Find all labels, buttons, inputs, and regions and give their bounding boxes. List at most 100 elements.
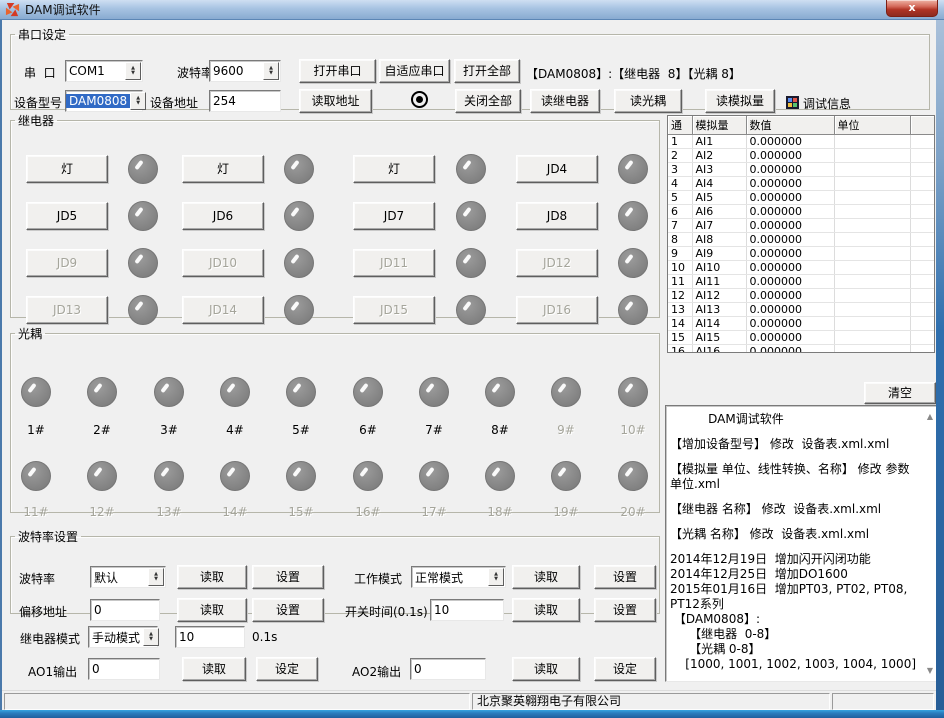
opto-indicator-17: [419, 461, 449, 491]
relay-button-8[interactable]: JD8: [516, 202, 598, 230]
analog-row-11: 11AI110.000000: [668, 275, 935, 289]
workmode-set-button[interactable]: 设置: [594, 565, 656, 589]
read-analog-button[interactable]: 读模拟量: [705, 89, 775, 113]
switch-read-button[interactable]: 读取: [512, 598, 580, 622]
relay-button-5[interactable]: JD5: [26, 202, 108, 230]
analog-cell: AI11: [692, 275, 746, 289]
relay-button-3[interactable]: 灯: [353, 155, 435, 183]
analog-cell: [910, 191, 935, 205]
ao1-set-button[interactable]: 设定: [256, 657, 318, 681]
dropdown-arrow-icon[interactable]: ▲▼: [488, 568, 504, 586]
opto-indicator-6: [353, 377, 383, 407]
com-port-select[interactable]: COM1 ▲▼: [65, 60, 143, 82]
opto-indicator-13: [154, 461, 184, 491]
ao2-input[interactable]: [410, 658, 486, 680]
debug-info-label[interactable]: 调试信息: [803, 95, 851, 112]
info-log-line-9: 【光耦 名称】 修改 设备表.xml.xml: [670, 527, 920, 542]
analog-cell: 0.000000: [746, 219, 834, 233]
analog-row-9: 9AI90.000000: [668, 247, 935, 261]
com-port-value: COM1: [66, 64, 125, 78]
info-log-lines: DAM调试软件【增加设备型号】 修改 设备表.xml.xml【模拟量 单位、线性…: [670, 412, 920, 672]
info-log-line-14: 【DAM0808】:: [670, 612, 920, 627]
analog-cell: [834, 177, 910, 191]
relay-indicator-5: [128, 201, 158, 231]
opto-indicator-10: [618, 377, 648, 407]
analog-row-15: 15AI150.000000: [668, 331, 935, 345]
relay-indicator-2: [284, 154, 314, 184]
opto-indicator-8: [485, 377, 515, 407]
baud-setting-select[interactable]: 默认 ▲▼: [90, 566, 166, 588]
window-border-right: [936, 20, 944, 710]
ao1-read-button[interactable]: 读取: [182, 657, 246, 681]
dropdown-arrow-icon[interactable]: ▲▼: [143, 628, 159, 646]
analog-cell: [834, 205, 910, 219]
analog-cell: 2: [668, 149, 692, 163]
opto-indicator-15: [286, 461, 316, 491]
relay-button-6[interactable]: JD6: [182, 202, 264, 230]
dropdown-arrow-icon[interactable]: ▲▼: [148, 568, 164, 586]
analog-cell: 0.000000: [746, 233, 834, 247]
analog-cell: 10: [668, 261, 692, 275]
analog-cell: 0.000000: [746, 303, 834, 317]
baud-select[interactable]: 9600 ▲▼: [209, 60, 281, 82]
ao2-set-button[interactable]: 设定: [594, 657, 656, 681]
relay-button-2[interactable]: 灯: [182, 155, 264, 183]
offset-addr-input[interactable]: [90, 599, 160, 621]
client-area: 串口设定 串 口 COM1 ▲▼ 波特率 9600 ▲▼ 打开串口 自适应串口 …: [2, 20, 936, 710]
info-log-line-10: [670, 542, 920, 552]
offset-set-button[interactable]: 设置: [252, 598, 324, 622]
model-select[interactable]: DAM0808 ▲▼: [65, 90, 143, 112]
window-border-left: [0, 20, 2, 710]
relay-button-16: JD16: [516, 296, 598, 324]
baud-read-button[interactable]: 读取: [177, 565, 247, 589]
switch-time-input[interactable]: [430, 599, 504, 621]
auto-port-button[interactable]: 自适应串口: [379, 59, 450, 83]
clear-button[interactable]: 清空: [864, 382, 936, 404]
close-button[interactable]: x: [886, 0, 938, 17]
offset-read-button[interactable]: 读取: [177, 598, 247, 622]
info-log-box[interactable]: DAM调试软件【增加设备型号】 修改 设备表.xml.xml【模拟量 单位、线性…: [665, 405, 937, 682]
analog-cell: [834, 261, 910, 275]
workmode-read-button[interactable]: 读取: [512, 565, 580, 589]
switch-set-button[interactable]: 设置: [594, 598, 656, 622]
analog-cell: [910, 247, 935, 261]
relay-indicator-1: [128, 154, 158, 184]
relay-time-input[interactable]: [175, 626, 245, 648]
analog-col-header-5: [910, 116, 935, 135]
dropdown-arrow-icon[interactable]: ▲▼: [125, 62, 141, 80]
analog-row-6: 6AI60.000000: [668, 205, 935, 219]
device-addr-input[interactable]: [209, 90, 281, 112]
baud-set-button[interactable]: 设置: [252, 565, 324, 589]
scroll-down-icon[interactable]: ▼: [927, 666, 933, 675]
open-port-button[interactable]: 打开串口: [299, 59, 376, 83]
scroll-up-icon[interactable]: ▲: [927, 412, 933, 421]
app-window: DAM调试软件 x 串口设定 串 口 COM1 ▲▼ 波特率 9600 ▲▼ 打…: [0, 0, 944, 718]
analog-cell: [910, 219, 935, 233]
relay-indicator-16: [618, 295, 648, 325]
analog-cell: [834, 135, 910, 149]
relay-button-1[interactable]: 灯: [26, 155, 108, 183]
read-opto-button[interactable]: 读光耦: [614, 89, 682, 113]
analog-cell: [910, 289, 935, 303]
analog-row-3: 3AI30.000000: [668, 163, 935, 177]
serial-group-title: 串口设定: [15, 26, 69, 43]
workmode-select[interactable]: 正常模式 ▲▼: [411, 566, 506, 588]
read-relay-button[interactable]: 读继电器: [530, 89, 600, 113]
info-log-line-13: 2015年01月16日 增加PT03, PT02, PT08, PT12系列: [670, 582, 920, 612]
dropdown-arrow-icon[interactable]: ▲▼: [263, 62, 279, 80]
ao1-input[interactable]: [88, 658, 160, 680]
ao2-read-button[interactable]: 读取: [512, 657, 580, 681]
read-addr-button[interactable]: 读取地址: [299, 89, 372, 113]
dropdown-arrow-icon[interactable]: ▲▼: [130, 92, 146, 110]
relay-mode-select[interactable]: 手动模式 ▲▼: [88, 626, 158, 648]
opto-indicator-16: [353, 461, 383, 491]
analog-cell: 13: [668, 303, 692, 317]
opto-indicator-14: [220, 461, 250, 491]
opto-label-16: 16#: [346, 505, 390, 519]
analog-cell: 4: [668, 177, 692, 191]
close-all-button[interactable]: 关闭全部: [455, 89, 521, 113]
open-all-button[interactable]: 打开全部: [454, 59, 520, 83]
relay-button-7[interactable]: JD7: [353, 202, 435, 230]
relay-button-4[interactable]: JD4: [516, 155, 598, 183]
opto-label-6: 6#: [346, 423, 390, 437]
